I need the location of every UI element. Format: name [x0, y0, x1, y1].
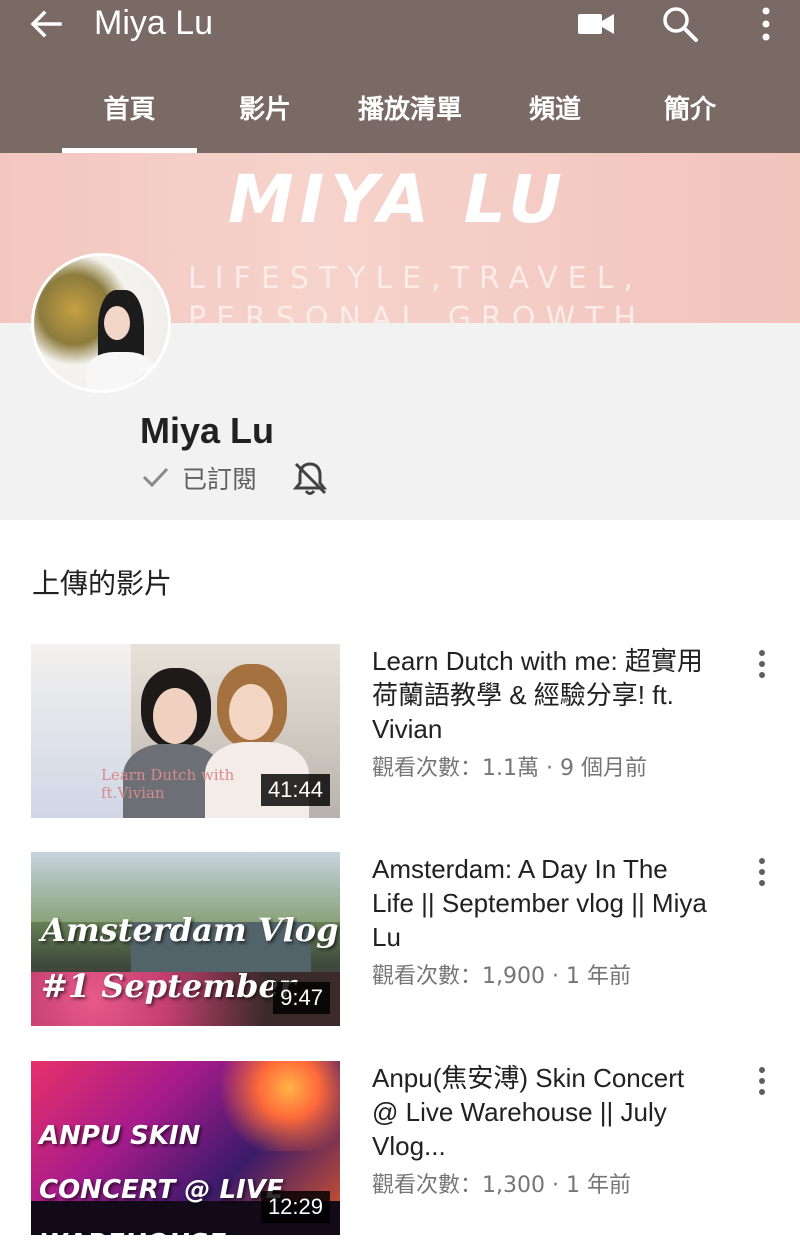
more-vert-icon[interactable] [748, 1065, 776, 1099]
video-thumbnail[interactable]: ANPU SKIN CONCERT @ LIVE WAREHOUSE 12:29 [31, 1061, 340, 1235]
channel-name: Miya Lu [140, 410, 275, 451]
banner-subtitle-2: PERSONAL GROWTH [188, 301, 647, 323]
avatar-face [104, 306, 130, 340]
tab-about[interactable]: 簡介 [635, 80, 745, 153]
tab-playlists[interactable]: 播放清單 [340, 80, 480, 153]
more-vert-icon[interactable] [746, 4, 786, 44]
search-icon[interactable] [660, 4, 700, 44]
video-item[interactable]: ANPU SKIN CONCERT @ LIVE WAREHOUSE 12:29… [0, 1061, 800, 1236]
avatar[interactable] [31, 253, 171, 393]
check-icon [142, 467, 169, 488]
thumb-person-2-face [229, 684, 273, 740]
video-duration: 41:44 [260, 774, 330, 806]
thumb-overlay-text: Learn Dutch with ft.Vivian [101, 766, 235, 802]
video-duration: 9:47 [273, 982, 330, 1014]
avatar-body [86, 352, 156, 390]
app-bar: Miya Lu 首頁 影片 播放清單 頻道 簡介 [0, 0, 800, 153]
video-meta: 觀看次數：1.1萬 · 9 個月前 [372, 756, 647, 781]
video-title[interactable]: Anpu(焦安溥) Skin Concert @ Live Warehouse … [372, 1061, 712, 1163]
video-thumbnail[interactable]: Amsterdam Vlog #1 September 201 9:47 [31, 852, 340, 1026]
video-title[interactable]: Learn Dutch with me: 超實用荷蘭語教學 & 經驗分享! ft… [372, 644, 712, 746]
back-arrow-icon[interactable] [26, 4, 66, 44]
notifications-off-icon[interactable] [290, 458, 330, 498]
subscribed-button[interactable]: 已訂閱 [182, 460, 257, 496]
video-thumbnail[interactable]: Learn Dutch with ft.Vivian 41:44 [31, 644, 340, 818]
more-vert-icon[interactable] [748, 648, 776, 682]
video-meta: 觀看次數：1,300 · 1 年前 [372, 1173, 631, 1198]
tab-bar: 首頁 影片 播放清單 頻道 簡介 [0, 80, 800, 153]
video-title[interactable]: Amsterdam: A Day In The Life || Septembe… [372, 852, 712, 954]
banner-subtitle: LIFESTYLE,TRAVEL, [188, 261, 643, 296]
banner-title: MIYA LU [228, 161, 568, 238]
thumb-person-1-face [153, 688, 197, 744]
video-duration: 12:29 [260, 1191, 330, 1223]
video-item[interactable]: Learn Dutch with ft.Vivian 41:44 Learn D… [0, 644, 800, 819]
section-title: 上傳的影片 [32, 567, 173, 600]
video-camera-icon[interactable] [576, 4, 616, 44]
tab-videos[interactable]: 影片 [210, 80, 320, 153]
more-vert-icon[interactable] [748, 856, 776, 890]
tab-channels[interactable]: 頻道 [500, 80, 610, 153]
tab-home[interactable]: 首頁 [62, 80, 197, 153]
channel-title: Miya Lu [94, 4, 214, 42]
video-meta: 觀看次數：1,900 · 1 年前 [372, 964, 631, 989]
video-item[interactable]: Amsterdam Vlog #1 September 201 9:47 Ams… [0, 852, 800, 1027]
